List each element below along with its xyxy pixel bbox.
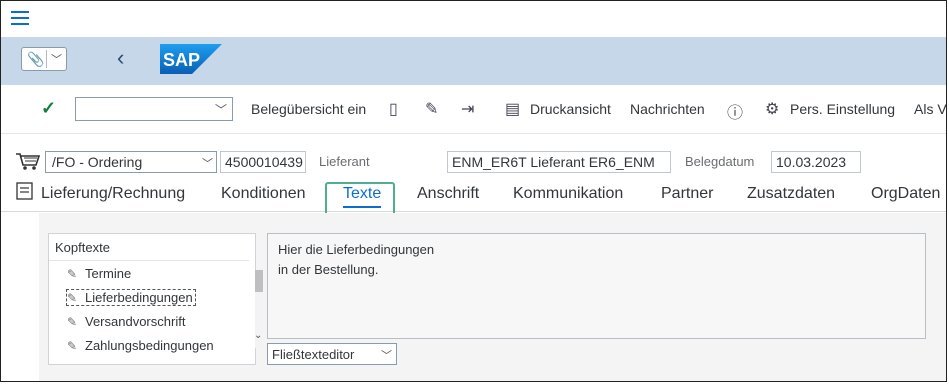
paperclip-icon: 📎 — [27, 51, 45, 67]
editor-mode-select[interactable]: Fließtexteditor ﹀ — [267, 343, 397, 365]
document-type-select[interactable]: /FO - Ordering ﹀ — [45, 151, 217, 173]
note-icon: ✎ — [67, 339, 78, 353]
shell-bar: 📎 ﹀ ‹ SAP — [1, 37, 946, 85]
print-preview-icon: ▤ — [505, 101, 521, 118]
header-toggle-icon[interactable] — [15, 181, 35, 201]
chevron-down-icon: ﹀ — [51, 54, 62, 66]
application-toolbar: ✓ ﹀ Belegübersicht ein ▯ ✎ ⇥ ▤ Druckansi… — [1, 85, 946, 134]
chevron-down-icon[interactable]: ﹀ — [202, 155, 213, 171]
editor-line: in der Bestellung. — [278, 262, 379, 277]
sap-logo: SAP — [160, 44, 222, 74]
text-editor[interactable]: Hier die Lieferbedingungen in der Bestel… — [267, 233, 926, 339]
note-icon: ✎ — [67, 267, 78, 281]
document-icon[interactable]: ▯ — [389, 99, 398, 119]
tab-conditions[interactable]: Konditionen — [221, 185, 306, 203]
sap-window: 📎 ﹀ ‹ SAP ✓ ﹀ Belegübersicht ein ▯ ✎ ⇥ ▤… — [0, 0, 947, 382]
list-item-termine[interactable]: ✎ Termine — [67, 266, 131, 281]
list-item-versandvorschrift[interactable]: ✎ Versandvorschrift — [67, 314, 185, 329]
vendor-field[interactable]: ENM_ER6T Lieferant ER6_ENM — [447, 151, 671, 173]
document-date-label: Belegdatum — [685, 154, 755, 169]
note-icon: ✎ — [67, 291, 78, 305]
scrollbar-thumb[interactable] — [255, 270, 263, 292]
cart-icon — [16, 153, 41, 170]
attachment-button[interactable]: 📎 ﹀ — [21, 47, 67, 71]
overflow-button[interactable]: Als V — [914, 101, 946, 117]
editor-line: Hier die Lieferbedingungen — [278, 242, 435, 257]
po-number-field[interactable]: 4500010439 — [220, 151, 306, 173]
tab-partner[interactable]: Partner — [661, 185, 713, 203]
menu-icon[interactable] — [11, 11, 29, 25]
print-preview-button[interactable]: Druckansicht — [530, 101, 611, 117]
text-types-list: Kopftexte ✎ Termine ✎ Lieferbedingungen ✎ V… — [48, 233, 263, 365]
texts-tab-highlight — [325, 182, 395, 216]
vendor-label: Lieferant — [319, 154, 370, 169]
chevron-down-icon[interactable]: ﹀ — [381, 347, 392, 363]
document-header: /FO - Ordering ﹀ 4500010439 Lieferant EN… — [1, 145, 946, 175]
personal-settings-button[interactable]: Pers. Einstellung — [790, 101, 895, 117]
menu-bar — [1, 1, 946, 38]
tab-address[interactable]: Anschrift — [417, 185, 479, 203]
settings-icon: ⚙ — [765, 101, 780, 118]
export-icon[interactable]: ⇥ — [461, 99, 474, 119]
messages-button[interactable]: Nachrichten — [630, 101, 705, 117]
list-item-zahlungsbedingungen[interactable]: ✎ Zahlungsbedingungen — [67, 338, 214, 353]
tab-strip: Lieferung/Rechnung Konditionen Texte Ans… — [1, 177, 946, 212]
tab-additional-data[interactable]: Zusatzdaten — [747, 185, 835, 203]
scroll-down-icon[interactable]: ⌄ — [254, 330, 262, 341]
document-overview-button[interactable]: Belegübersicht ein — [251, 101, 366, 117]
list-header: Kopftexte — [55, 240, 110, 255]
editor-mode-value: Fließtexteditor — [272, 347, 355, 362]
note-icon: ✎ — [67, 315, 78, 329]
chevron-down-icon[interactable]: ﹀ — [215, 101, 227, 118]
info-icon[interactable]: ⓘ — [727, 99, 743, 123]
document-date-field[interactable]: 10.03.2023 — [771, 151, 861, 173]
check-icon[interactable]: ✓ — [41, 98, 56, 119]
edit-icon[interactable]: ✎ — [425, 99, 438, 119]
document-type-value: /FO - Ordering — [52, 154, 143, 170]
tab-delivery-invoice[interactable]: Lieferung/Rechnung — [41, 185, 185, 203]
tab-communication[interactable]: Kommunikation — [513, 185, 623, 203]
svg-text:SAP: SAP — [163, 50, 200, 70]
tab-org-data[interactable]: OrgDaten — [871, 185, 940, 203]
list-item-lieferbedingungen[interactable]: ✎ Lieferbedingungen — [66, 289, 196, 306]
command-field[interactable]: ﹀ — [75, 97, 233, 121]
back-icon[interactable]: ‹ — [117, 47, 124, 69]
